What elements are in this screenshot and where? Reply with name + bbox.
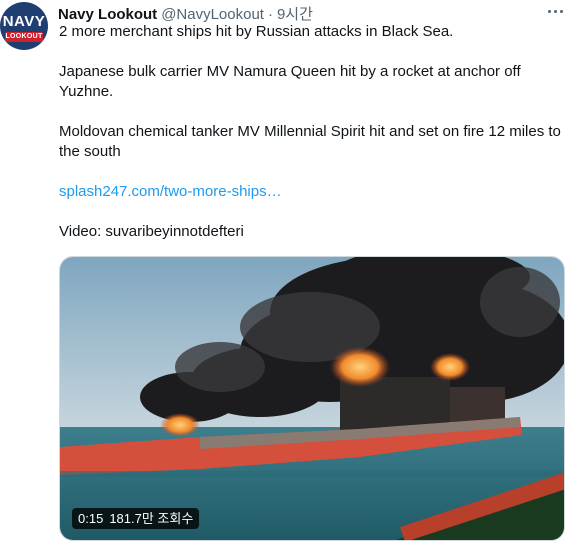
more-options-button[interactable] [544,0,566,22]
video-view-count: 181.7만 조회수 [109,511,194,526]
more-horizontal-icon-dot [553,9,557,13]
author-name[interactable]: Navy Lookout [58,6,157,23]
tweet-text: 2 more merchant ships hit by Russian att… [59,22,567,262]
video-stats-badge: 0:15 181.7만 조회수 [72,508,200,529]
avatar-logo-text: NAVY [2,13,46,30]
more-horizontal-icon-dot [559,9,563,13]
article-link[interactable]: splash247.com/two-more-ships… [59,183,282,200]
video-player[interactable] [59,256,565,541]
tweet-paragraph: Moldovan chemical tanker MV Millennial S… [59,123,561,160]
avatar[interactable]: NAVY LOOKOUT [0,2,48,50]
video-thumbnail [60,257,564,540]
avatar-logo-banner: LOOKOUT [5,32,43,42]
tweet-header: Navy Lookout @NavyLookout · 9시간 [58,3,313,23]
author-handle[interactable]: @NavyLookout [161,6,264,23]
more-horizontal-icon [547,9,551,13]
video-credit: Video: suvaribeyinnotdefteri [59,223,244,240]
video-duration: 0:15 [78,511,104,526]
tweet-paragraph: Japanese bulk carrier MV Namura Queen hi… [59,63,521,100]
tweet-paragraph: 2 more merchant ships hit by Russian att… [59,23,454,40]
header-separator: · [267,6,273,23]
tweet-timestamp[interactable]: 9시간 [277,6,313,23]
